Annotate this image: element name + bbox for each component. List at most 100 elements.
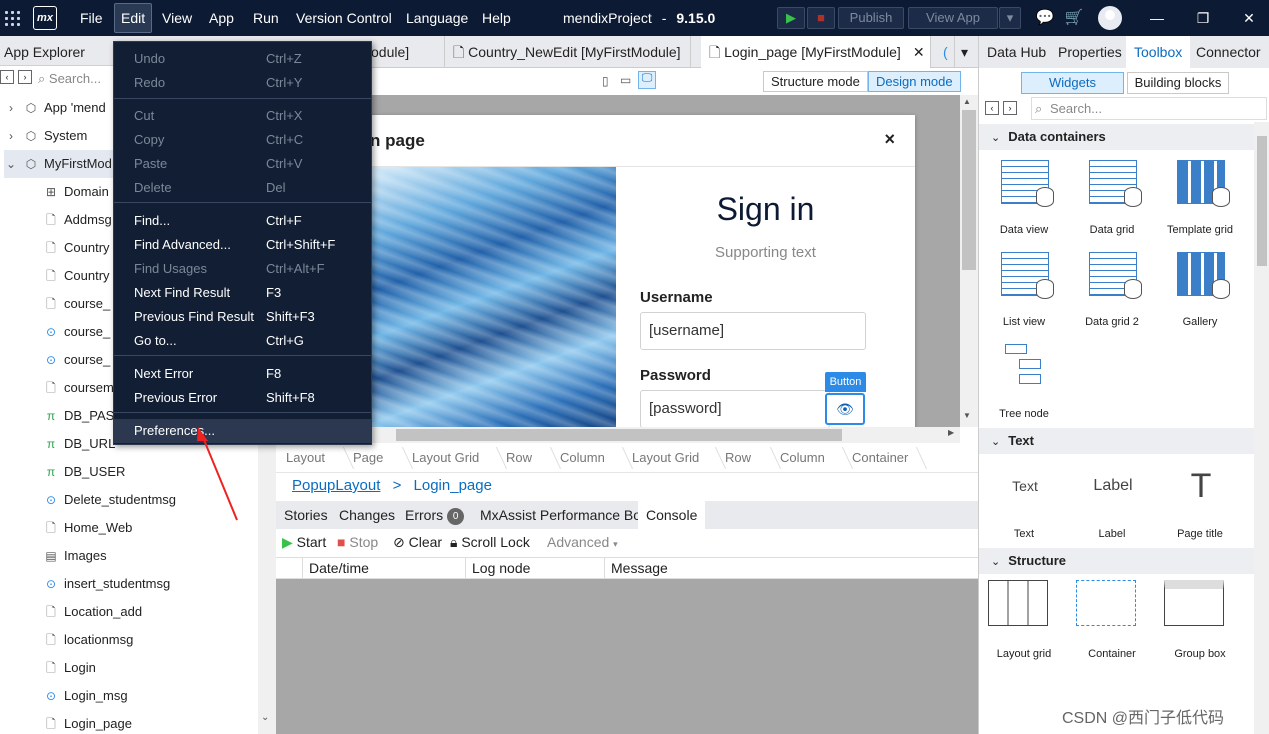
tab-login-page[interactable]: 🗋 Login_page [MyFirstModule] ✕ [701,36,931,68]
toolbox-widget[interactable]: Container [1068,576,1156,660]
col-datetime[interactable]: Date/time [302,558,442,578]
tab-errors[interactable]: Errors 0 [397,501,472,529]
collapse-all-icon[interactable]: ‹ [0,70,14,84]
advanced-dropdown[interactable]: Advanced ▾ [547,529,618,556]
menu-item[interactable]: Undo Ctrl+Z [114,47,371,71]
password-field[interactable]: [password] [640,390,830,427]
menu-item[interactable]: Find Advanced... Ctrl+Shift+F [114,233,371,257]
col-message[interactable]: Message [604,558,978,578]
tree-item[interactable]: 🗋 Login [44,654,258,682]
start-button[interactable]: ▶ Start [282,529,326,556]
toolbox-widget[interactable]: Layout grid [980,576,1068,660]
breadcrumb-item[interactable]: Layout Grid [412,443,479,473]
tab-list-icon[interactable]: ▾ [953,36,977,68]
menu-view[interactable]: View [156,0,198,36]
breadcrumb-item[interactable]: Layout Grid [632,443,699,473]
scroll-lock-button[interactable]: 🔒︎ Scroll Lock [450,529,530,556]
tab-connector[interactable]: Connector [1188,36,1269,68]
toolbox-widget[interactable]: List view [980,244,1068,328]
toolbox-section-header[interactable]: ⌄ Data containers [979,124,1255,150]
menu-item[interactable]: Next Find Result F3 [114,281,371,305]
expand-all-icon[interactable]: › [18,70,32,84]
scroll-down-icon[interactable]: ▼ [963,411,971,420]
tab-changes[interactable]: Changes [331,501,403,529]
toolbox-widget[interactable]: Template grid [1156,152,1244,236]
menu-item[interactable]: Previous Error Shift+F8 [114,386,371,410]
toolbox-widget[interactable]: Data view [980,152,1068,236]
breadcrumb-item[interactable]: Column [780,443,825,473]
chevron-down-icon[interactable]: ⌄ [4,150,18,178]
run-button[interactable]: ▶ [777,7,805,29]
menu-item[interactable]: Delete Del [114,176,371,200]
breadcrumb-item[interactable]: Row [725,443,751,473]
close-tab-icon[interactable]: ✕ [913,44,925,60]
breadcrumb-item[interactable]: Layout [286,443,325,473]
menu-item[interactable]: Redo Ctrl+Y [114,71,371,95]
tab-country-newedit[interactable]: 🗋 Country_NewEdit [MyFirstModule] [445,36,691,68]
toolbox-widget[interactable]: Data grid 2 [1068,244,1156,328]
canvas-horizontal-scrollbar[interactable]: ▶ [276,427,960,443]
tab-stories[interactable]: Stories [276,501,336,529]
tree-item[interactable]: ⊙ insert_studentmsg [44,570,258,598]
tab-properties[interactable]: Properties [1050,36,1130,68]
menu-item[interactable]: Cut Ctrl+X [114,104,371,128]
menu-run[interactable]: Run [247,0,285,36]
tab-console[interactable]: Console [638,501,706,529]
col-lognode[interactable]: Log node [465,558,605,578]
clear-button[interactable]: ⊘ Clear [393,529,442,556]
menu-edit[interactable]: Edit [114,3,153,33]
expand-all-icon[interactable]: › [1003,101,1017,115]
chevron-right-icon[interactable]: › [4,94,18,122]
structure-mode-button[interactable]: Structure mode [763,71,868,92]
toolbox-widget[interactable]: Gallery [1156,244,1244,328]
menu-item[interactable]: Find Usages Ctrl+Alt+F [114,257,371,281]
restore-icon[interactable]: ❐ [1180,0,1226,36]
desktop-view-icon[interactable]: 🖵 [638,71,656,89]
breadcrumb-item[interactable]: Column [560,443,605,473]
phone-view-icon[interactable]: ▯ [602,74,609,88]
menu-item[interactable]: Find... Ctrl+F [114,209,371,233]
scroll-thumb[interactable] [396,429,842,441]
toolbox-widget[interactable]: Label Label [1068,456,1156,540]
toolbox-section-header[interactable]: ⌄ Structure [979,548,1255,574]
menu-item[interactable]: Copy Ctrl+C [114,128,371,152]
tab-mxassist[interactable]: MxAssist Performance Bot [472,501,653,529]
close-icon[interactable]: × [884,129,895,150]
chevron-right-icon[interactable]: › [4,122,18,150]
chat-icon[interactable]: 💬 [1035,8,1055,28]
scroll-thumb[interactable] [1257,136,1267,266]
breadcrumb-item[interactable]: Page [353,443,383,473]
scroll-down-icon[interactable]: ⌄ [261,712,269,723]
menu-file[interactable]: File [74,0,109,36]
view-app-button[interactable]: View App [908,7,998,29]
stop-button[interactable]: ■ Stop [337,529,378,556]
menu-item[interactable]: Next Error F8 [114,362,371,386]
layout-link[interactable]: PopupLayout [292,477,380,494]
scroll-right-icon[interactable]: ▶ [948,428,954,437]
toolbox-section-header[interactable]: ⌄ Text [979,428,1255,454]
tablet-view-icon[interactable]: ▭ [620,73,631,87]
toolbox-widget[interactable]: Text Text [980,456,1068,540]
tab-overflow[interactable]: ( [935,36,955,68]
menu-item[interactable]: Go to... Ctrl+G [114,329,371,353]
breadcrumb-item[interactable]: Container [852,443,908,473]
design-mode-button[interactable]: Design mode [868,71,961,92]
tree-item[interactable]: 🗋 Login_page [44,710,258,734]
tree-item[interactable]: ⊙ Login_msg [44,682,258,710]
username-field[interactable]: [username] [640,312,866,350]
collapse-all-icon[interactable]: ‹ [985,101,999,115]
widgets-tab[interactable]: Widgets [1021,72,1124,94]
menu-language[interactable]: Language [400,0,474,36]
minimize-icon[interactable]: — [1134,0,1180,36]
menu-item[interactable]: Previous Find Result Shift+F3 [114,305,371,329]
page-link[interactable]: Login_page [414,477,492,494]
menu-version-control[interactable]: Version Control [290,0,398,36]
toolbox-widget[interactable]: Group box [1156,576,1244,660]
toolbox-widget[interactable]: Tree node [980,336,1068,420]
publish-button[interactable]: Publish [838,7,904,29]
show-password-button[interactable]: 👁 [825,393,865,425]
app-grid-icon[interactable] [5,11,21,27]
tree-item[interactable]: 🗋 Location_add [44,598,258,626]
menu-app[interactable]: App [203,0,240,36]
menu-item[interactable]: Paste Ctrl+V [114,152,371,176]
